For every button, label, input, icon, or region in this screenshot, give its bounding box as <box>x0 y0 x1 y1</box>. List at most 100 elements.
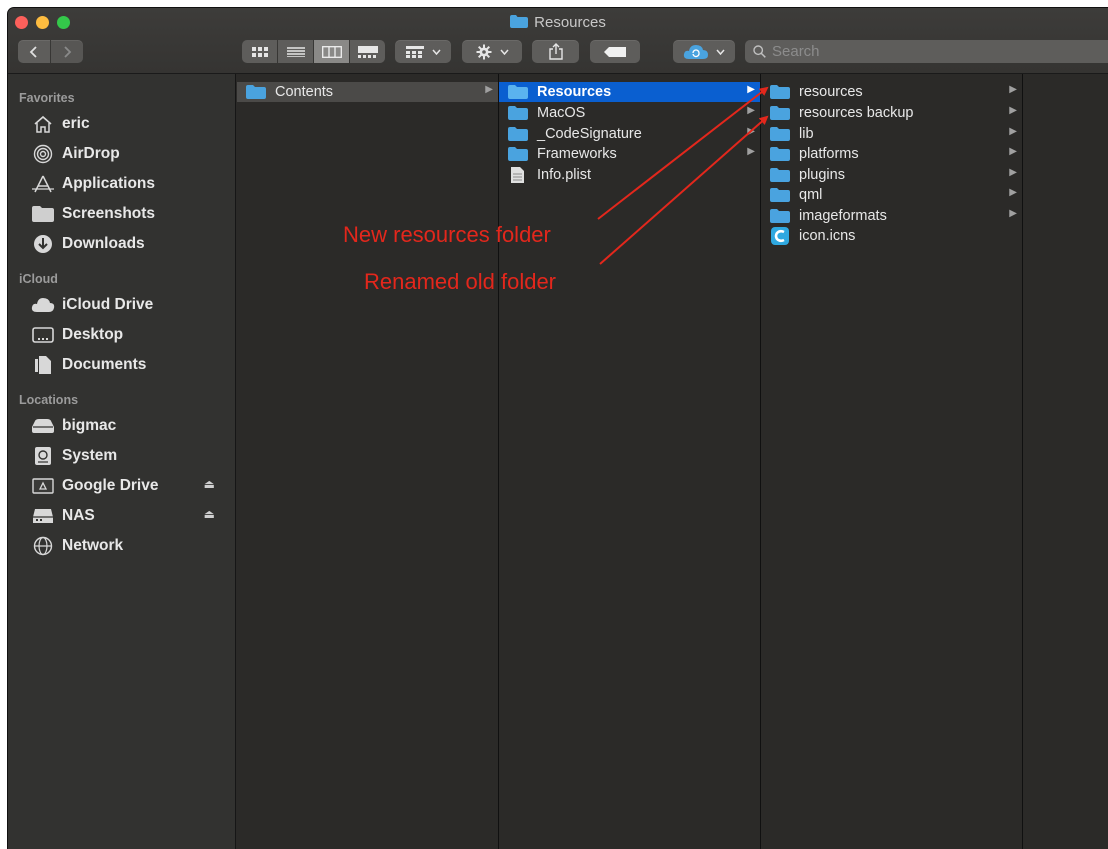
sidebar-item-network[interactable]: Network <box>31 534 231 558</box>
icloud-sync-button[interactable] <box>673 40 735 63</box>
tag-icon <box>604 46 626 57</box>
list-item[interactable]: _CodeSignature ▶ <box>499 124 760 144</box>
sidebar-item-label: Google Drive <box>62 477 159 494</box>
view-mode-selector <box>242 40 385 63</box>
item-label: imageformats <box>799 208 887 224</box>
folder-icon <box>770 126 792 142</box>
group-grid-icon <box>405 45 424 58</box>
icloud-sync-icon <box>683 44 708 59</box>
annotation-renamed-folder: Renamed old folder <box>364 269 557 294</box>
sidebar-item-screenshots[interactable]: Screenshots <box>31 202 231 226</box>
sidebar-item-bigmac[interactable]: bigmac <box>31 414 231 438</box>
item-label: qml <box>799 187 823 203</box>
eject-icon[interactable]: ⏏ <box>204 507 215 521</box>
action-menu-button[interactable] <box>462 40 522 63</box>
list-item[interactable]: Frameworks ▶ <box>499 144 760 164</box>
list-item[interactable]: Contents ▶ <box>237 82 498 102</box>
sidebar-item-google-drive[interactable]: Google Drive ⏏ <box>31 474 231 498</box>
disclosure-arrow-icon: ▶ <box>747 146 755 157</box>
chevron-down-icon <box>431 49 441 55</box>
sidebar-item-desktop[interactable]: Desktop <box>31 323 231 347</box>
system-disk-icon <box>31 446 55 466</box>
sidebar-item-downloads[interactable]: Downloads <box>31 232 231 256</box>
list-item[interactable]: lib ▶ <box>761 124 1022 144</box>
list-icon <box>286 46 305 57</box>
folder-icon <box>770 84 792 100</box>
cloud-icon <box>31 295 55 315</box>
list-item[interactable]: icon.icns <box>761 226 1022 246</box>
sidebar-item-label: Desktop <box>62 326 124 343</box>
eject-icon[interactable]: ⏏ <box>204 477 215 491</box>
item-label: _CodeSignature <box>537 126 642 142</box>
list-item[interactable]: Resources ▶ <box>499 82 760 102</box>
sidebar-item-label: Downloads <box>62 235 145 252</box>
home-icon <box>31 114 55 134</box>
nas-icon <box>31 506 55 526</box>
forward-button[interactable] <box>51 40 83 63</box>
tags-button[interactable] <box>590 40 640 63</box>
folder-icon <box>770 208 792 224</box>
search-field[interactable] <box>745 40 1108 63</box>
plist-file-icon <box>508 167 530 183</box>
sidebar-item-icloud-drive[interactable]: iCloud Drive <box>31 293 231 317</box>
disclosure-arrow-icon: ▶ <box>747 126 755 137</box>
column-view-button[interactable] <box>314 40 349 63</box>
folder-icon <box>770 105 792 121</box>
list-item[interactable]: MacOS ▶ <box>499 103 760 123</box>
list-item[interactable]: qml ▶ <box>761 185 1022 205</box>
applications-icon <box>31 174 55 194</box>
disclosure-arrow-icon: ▶ <box>1009 126 1017 137</box>
sidebar-item-label: System <box>62 447 118 464</box>
sidebar: Favorites eric AirDrop Applications Scre… <box>8 74 236 849</box>
search-input[interactable] <box>772 43 1072 60</box>
icon-grid-icon <box>251 46 268 57</box>
item-label: Frameworks <box>537 146 617 162</box>
network-icon <box>31 536 55 556</box>
sidebar-item-label: Screenshots <box>62 205 156 222</box>
disclosure-arrow-icon: ▶ <box>1009 208 1017 219</box>
google-drive-icon <box>31 476 55 496</box>
disclosure-arrow-icon: ▶ <box>747 84 755 95</box>
folder-icon <box>508 105 530 121</box>
window-title: Resources <box>8 14 1108 31</box>
sidebar-item-label: iCloud Drive <box>62 296 154 313</box>
downloads-icon <box>31 234 55 254</box>
disclosure-arrow-icon: ▶ <box>1009 187 1017 198</box>
disclosure-arrow-icon: ▶ <box>747 105 755 116</box>
list-view-button[interactable] <box>278 40 313 63</box>
sidebar-item-applications[interactable]: Applications <box>31 172 231 196</box>
list-item[interactable]: resources backup ▶ <box>761 103 1022 123</box>
columns-icon <box>321 45 342 58</box>
chevron-right-icon <box>64 45 72 58</box>
sidebar-item-nas[interactable]: NAS ⏏ <box>31 504 231 528</box>
sidebar-heading-favorites: Favorites <box>19 91 75 105</box>
finder-window: Resources Search Favorites eric AirDrop … <box>8 8 1108 849</box>
back-button[interactable] <box>18 40 50 63</box>
sidebar-item-label: Applications <box>62 175 156 192</box>
sidebar-item-eric[interactable]: eric <box>31 112 231 136</box>
list-item[interactable]: platforms ▶ <box>761 144 1022 164</box>
sidebar-item-label: Network <box>62 537 124 554</box>
sidebar-heading-icloud: iCloud <box>19 272 58 286</box>
annotation-new-folder: New resources folder <box>343 222 551 247</box>
sidebar-item-airdrop[interactable]: AirDrop <box>31 142 231 166</box>
gallery-view-button[interactable] <box>350 40 385 63</box>
list-item[interactable]: Info.plist <box>499 165 760 185</box>
desktop-icon <box>31 325 55 345</box>
gallery-icon <box>357 45 378 58</box>
sidebar-item-system[interactable]: System <box>31 444 231 468</box>
group-by-button[interactable] <box>395 40 451 63</box>
airdrop-icon <box>31 144 55 164</box>
folder-icon <box>770 167 792 183</box>
icon-view-button[interactable] <box>242 40 277 63</box>
list-item[interactable]: resources ▶ <box>761 82 1022 102</box>
item-label: lib <box>799 126 814 142</box>
browser-column-4 <box>1023 74 1108 849</box>
toolbar: Resources <box>8 8 1108 74</box>
list-item[interactable]: imageformats ▶ <box>761 206 1022 226</box>
sidebar-item-documents[interactable]: Documents <box>31 353 231 377</box>
share-button[interactable] <box>532 40 579 63</box>
browser-column-2: Resources ▶ MacOS ▶ _CodeSignature ▶ Fra… <box>499 74 761 849</box>
list-item[interactable]: plugins ▶ <box>761 165 1022 185</box>
sidebar-item-label: NAS <box>62 507 95 524</box>
